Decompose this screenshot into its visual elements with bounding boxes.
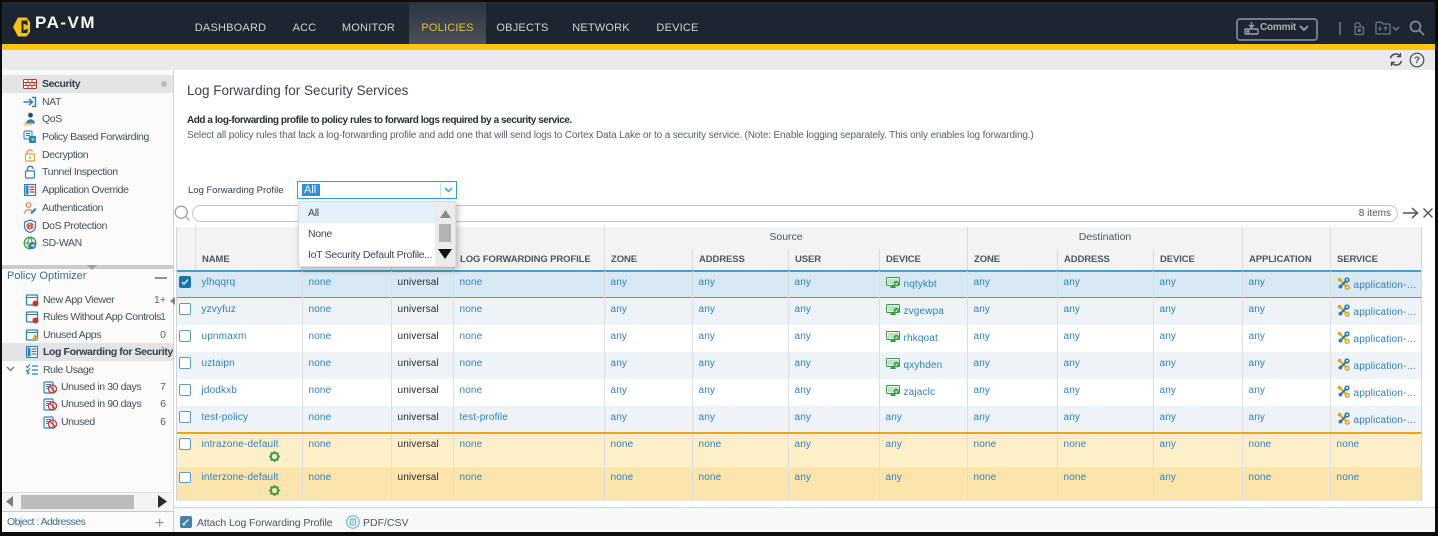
svg-text:!: !	[35, 336, 36, 342]
svg-text:QoS: QoS	[24, 122, 34, 127]
svg-text:?: ?	[1414, 55, 1420, 66]
